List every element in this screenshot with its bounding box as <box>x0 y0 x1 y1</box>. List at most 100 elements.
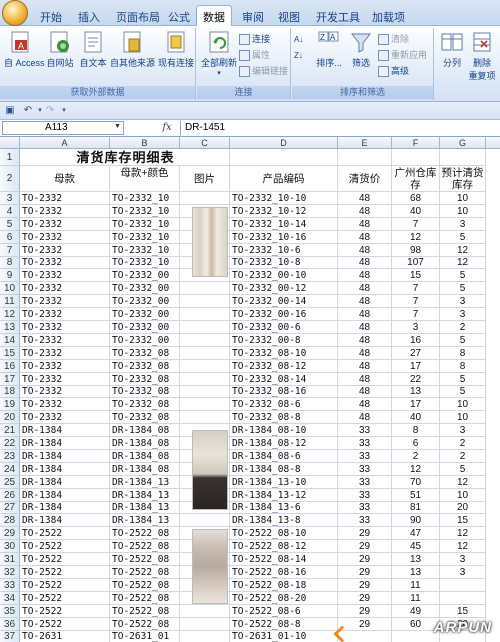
table-cell[interactable]: DR-1384_13 <box>110 476 180 489</box>
table-cell[interactable]: 48 <box>338 321 392 334</box>
table-cell[interactable]: 10 <box>440 489 486 502</box>
table-cell[interactable]: TO-2332 <box>20 282 110 295</box>
column-label[interactable]: 图片 <box>180 166 230 192</box>
table-cell[interactable]: TO-2522_08-12 <box>230 540 338 553</box>
table-cell[interactable]: TO-2332 <box>20 205 110 218</box>
cell[interactable] <box>392 149 440 166</box>
table-cell[interactable]: 7 <box>392 282 440 295</box>
table-cell[interactable]: TO-2332_08-12 <box>230 360 338 373</box>
table-cell[interactable]: TO-2332 <box>20 386 110 398</box>
table-cell[interactable]: TO-2332_00-14 <box>230 295 338 308</box>
table-cell[interactable]: 3 <box>392 321 440 334</box>
table-cell[interactable]: 48 <box>338 308 392 321</box>
table-cell[interactable]: DR-1384 <box>20 463 110 476</box>
existing-connections-button[interactable]: 现有连接 <box>158 30 194 69</box>
column-label[interactable]: 产品编码 <box>230 166 338 192</box>
table-cell[interactable] <box>180 308 230 321</box>
table-cell[interactable]: TO-2332_00-16 <box>230 308 338 321</box>
column-label[interactable]: 预计清货库存 <box>440 166 486 192</box>
table-cell[interactable]: 33 <box>338 424 392 437</box>
table-cell[interactable]: TO-2332_08 <box>110 411 180 424</box>
table-cell[interactable]: 10 <box>440 205 486 218</box>
table-cell[interactable]: TO-2332_10-14 <box>230 218 338 231</box>
row-header[interactable]: 12 <box>0 308 20 321</box>
table-cell[interactable]: 12 <box>440 476 486 489</box>
from-access-button[interactable]: A 自 Access <box>4 30 45 69</box>
table-cell[interactable]: TO-2522_08 <box>110 579 180 592</box>
table-cell[interactable]: 29 <box>338 592 392 605</box>
row-header[interactable]: 27 <box>0 502 20 514</box>
cell[interactable] <box>338 149 392 166</box>
row-header[interactable]: 28 <box>0 514 20 527</box>
row-header[interactable]: 2 <box>0 166 20 192</box>
table-cell[interactable]: DR-1384_13 <box>110 502 180 514</box>
table-cell[interactable]: 12 <box>392 463 440 476</box>
table-cell[interactable]: TO-2332 <box>20 269 110 282</box>
table-cell[interactable]: TO-2332_00-6 <box>230 321 338 334</box>
table-cell[interactable]: 27 <box>392 347 440 360</box>
tab-3[interactable]: 公式 <box>162 6 196 26</box>
table-cell[interactable] <box>180 398 230 411</box>
table-cell[interactable]: DR-1384_13 <box>110 489 180 502</box>
table-cell[interactable]: TO-2332_10-6 <box>230 244 338 257</box>
table-cell[interactable]: TO-2332_10 <box>110 205 180 218</box>
table-cell[interactable]: 40 <box>392 411 440 424</box>
row-header[interactable]: 26 <box>0 489 20 502</box>
table-cell[interactable]: 3 <box>440 218 486 231</box>
table-cell[interactable]: 11 <box>392 579 440 592</box>
row-header[interactable]: 24 <box>0 463 20 476</box>
table-cell[interactable] <box>180 411 230 424</box>
table-cell[interactable]: 33 <box>338 450 392 463</box>
table-cell[interactable]: 48 <box>338 231 392 244</box>
table-cell[interactable]: 5 <box>440 269 486 282</box>
table-cell[interactable]: TO-2522_08 <box>110 527 180 540</box>
product-photo-to-2332[interactable] <box>192 207 228 277</box>
table-cell[interactable]: 2 <box>440 437 486 450</box>
row-header[interactable]: 10 <box>0 282 20 295</box>
table-cell[interactable]: TO-2332_10 <box>110 192 180 205</box>
save-icon[interactable]: ▣ <box>4 105 16 117</box>
table-cell[interactable]: 48 <box>338 373 392 386</box>
table-cell[interactable]: TO-2332_08-14 <box>230 373 338 386</box>
table-cell[interactable]: 7 <box>392 218 440 231</box>
cell[interactable] <box>230 149 338 166</box>
table-cell[interactable]: 68 <box>392 192 440 205</box>
table-cell[interactable] <box>180 386 230 398</box>
table-cell[interactable]: TO-2522_08 <box>110 553 180 566</box>
table-cell[interactable]: TO-2332 <box>20 231 110 244</box>
table-cell[interactable]: TO-2522 <box>20 553 110 566</box>
table-cell[interactable] <box>180 192 230 205</box>
table-cell[interactable]: TO-2332_08-8 <box>230 411 338 424</box>
table-cell[interactable]: 48 <box>338 411 392 424</box>
table-cell[interactable]: 10 <box>440 192 486 205</box>
table-cell[interactable]: 12 <box>440 244 486 257</box>
table-cell[interactable]: TO-2332 <box>20 321 110 334</box>
table-cell[interactable]: DR-1384_08-6 <box>230 450 338 463</box>
table-cell[interactable]: TO-2332_10 <box>110 231 180 244</box>
table-cell[interactable]: TO-2522 <box>20 592 110 605</box>
table-cell[interactable]: TO-2332 <box>20 244 110 257</box>
table-cell[interactable]: 33 <box>338 502 392 514</box>
table-cell[interactable]: TO-2332_08 <box>110 398 180 411</box>
table-cell[interactable]: 48 <box>338 192 392 205</box>
table-cell[interactable]: DR-1384 <box>20 514 110 527</box>
table-cell[interactable]: TO-2332_10 <box>110 218 180 231</box>
table-cell[interactable]: TO-2522_08-20 <box>230 592 338 605</box>
from-text-button[interactable]: 自文本 <box>78 30 108 69</box>
column-header-B[interactable]: B <box>110 137 180 149</box>
table-cell[interactable]: 98 <box>392 244 440 257</box>
row-header[interactable]: 19 <box>0 398 20 411</box>
table-cell[interactable]: 10 <box>440 398 486 411</box>
name-box[interactable]: A113 <box>2 121 124 135</box>
table-cell[interactable]: TO-2332 <box>20 257 110 269</box>
table-cell[interactable]: 8 <box>440 347 486 360</box>
table-cell[interactable]: TO-2522 <box>20 527 110 540</box>
table-cell[interactable]: 12 <box>440 257 486 269</box>
table-cell[interactable]: 3 <box>440 308 486 321</box>
table-cell[interactable]: TO-2332_00-12 <box>230 282 338 295</box>
table-cell[interactable]: TO-2332_08 <box>110 360 180 373</box>
table-cell[interactable]: DR-1384 <box>20 450 110 463</box>
table-cell[interactable]: TO-2332 <box>20 373 110 386</box>
sheet-title[interactable]: 清货库存明细表 <box>20 149 230 166</box>
sort-button[interactable]: ZA 排序... <box>314 30 344 69</box>
